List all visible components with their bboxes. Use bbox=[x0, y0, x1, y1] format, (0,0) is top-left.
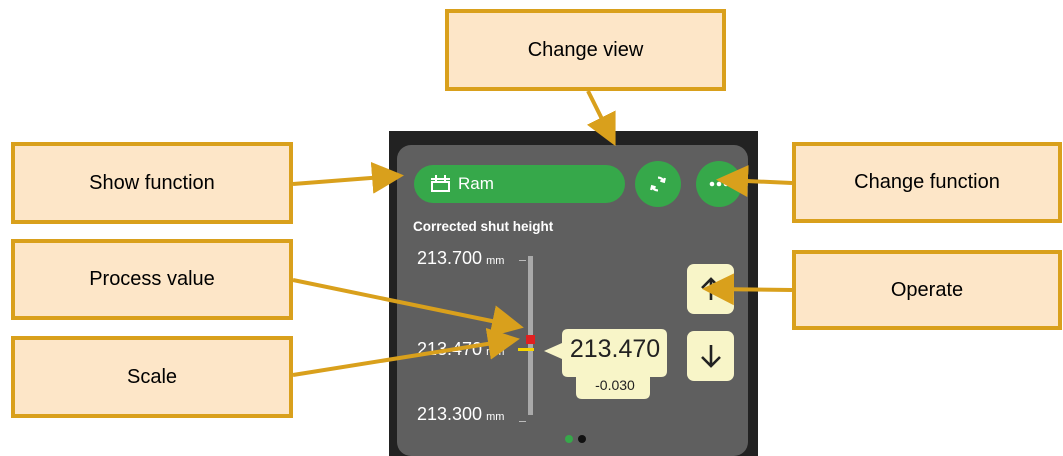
device-screen: Ram Corrected shut height 213.700 mm 213.… bbox=[389, 131, 758, 456]
scale-middle-number: 213.470 bbox=[417, 339, 483, 359]
function-panel: Ram Corrected shut height 213.700 mm 213.… bbox=[397, 145, 748, 456]
scale-bottom-number: 213.300 bbox=[417, 404, 483, 424]
change-view-callout-label: Change view bbox=[527, 38, 644, 61]
scale-tick-top bbox=[519, 260, 526, 261]
page-indicator-active[interactable] bbox=[565, 435, 573, 443]
process-value-marker bbox=[526, 335, 535, 344]
refresh-icon bbox=[650, 176, 666, 192]
function-button[interactable]: Ram bbox=[414, 165, 625, 203]
scale-tick-bottom bbox=[519, 421, 526, 422]
measurement-title: Corrected shut height bbox=[413, 219, 554, 234]
change-view-callout: Change view bbox=[445, 9, 726, 91]
operate-up-button[interactable] bbox=[687, 264, 734, 314]
more-dots-icon bbox=[709, 181, 729, 187]
scale-middle-unit: mm bbox=[486, 346, 505, 358]
change-function-callout-label: Change function bbox=[854, 171, 1000, 193]
scale-top-value: 213.700 mm bbox=[417, 248, 504, 269]
show-function-callout: Show function bbox=[11, 142, 293, 224]
operate-callout: Operate bbox=[792, 250, 1062, 330]
scale-bottom-unit: mm bbox=[486, 411, 505, 423]
arrow-up-icon bbox=[700, 277, 721, 300]
operate-down-button[interactable] bbox=[687, 331, 734, 381]
operate-callout-label: Operate bbox=[890, 278, 964, 301]
process-value: 213.470 bbox=[569, 335, 661, 363]
page-indicator[interactable] bbox=[578, 435, 586, 443]
show-function-callout-label: Show function bbox=[89, 171, 215, 194]
arrow-down-icon bbox=[700, 345, 721, 368]
arrow-show-function bbox=[292, 161, 404, 194]
setpoint-marker bbox=[518, 348, 534, 351]
process-value-callout-label: Process value bbox=[89, 268, 215, 290]
change-function-callout: Change function bbox=[792, 142, 1062, 223]
process-value-callout: Process value bbox=[11, 239, 293, 320]
scale-callout-label: Scale bbox=[126, 365, 178, 388]
scale-top-unit: mm bbox=[486, 255, 505, 267]
ram-icon bbox=[431, 175, 450, 192]
scale-middle-value: 213.470 mm bbox=[417, 339, 504, 360]
scale-bottom-value: 213.300 mm bbox=[417, 404, 504, 425]
change-function-button[interactable] bbox=[696, 161, 742, 207]
scale-callout: Scale bbox=[11, 336, 293, 418]
change-view-button[interactable] bbox=[635, 161, 681, 207]
deviation-value: -0.030 bbox=[595, 377, 635, 393]
function-label: Ram bbox=[458, 174, 494, 193]
scale-top-number: 213.700 bbox=[417, 248, 483, 268]
